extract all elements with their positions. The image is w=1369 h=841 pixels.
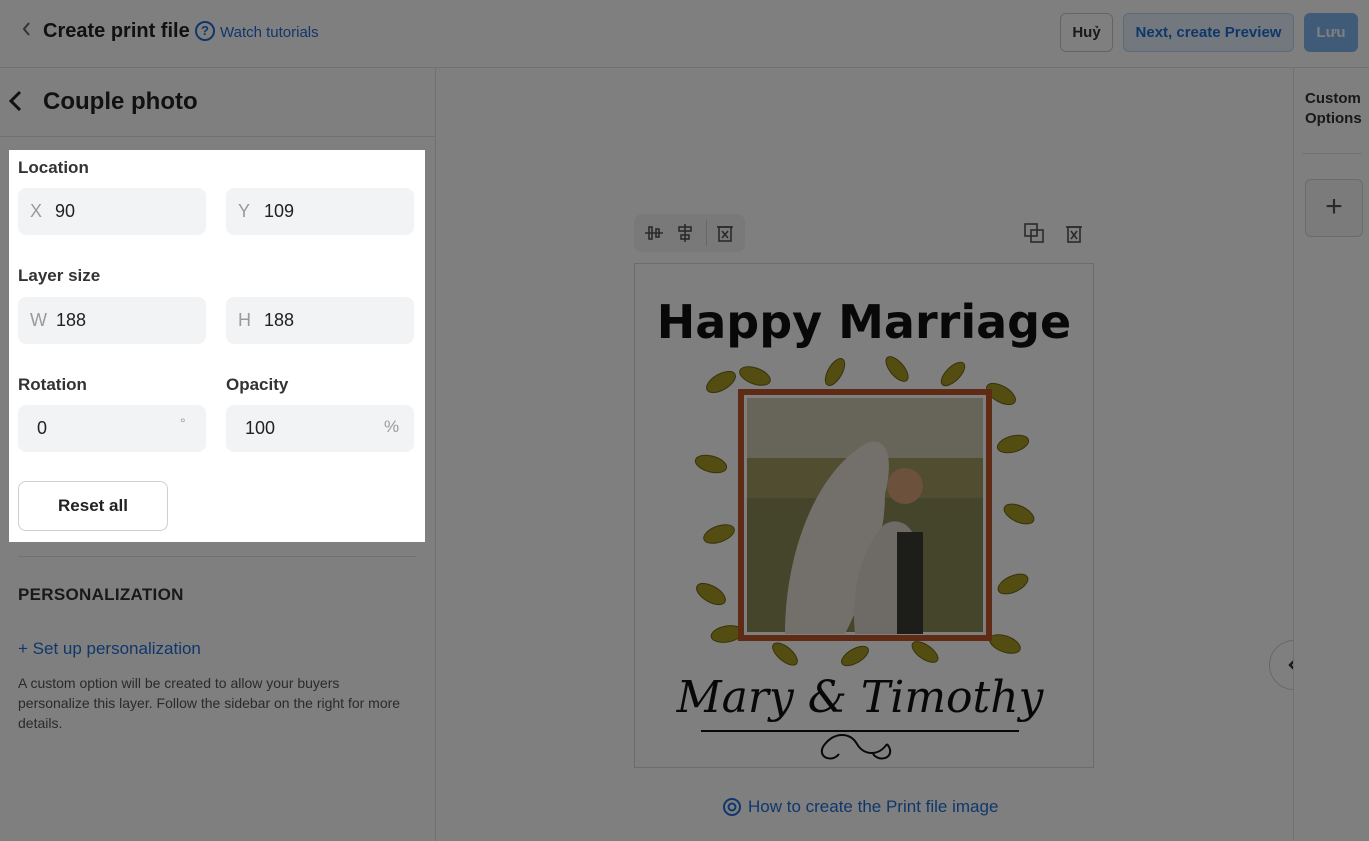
add-custom-option-button[interactable]: + (1305, 179, 1363, 237)
y-prefix: Y (238, 201, 251, 221)
layer-settings-panel: Couple photo Location X 90 Y 109 Layer s… (0, 68, 436, 841)
cancel-button[interactable]: Huỷ (1060, 13, 1113, 52)
layer-height-field[interactable]: H 188 (226, 297, 414, 344)
top-header: Create print file ? Watch tutorials Huỷ … (0, 0, 1369, 68)
opacity-label: Opacity (226, 375, 289, 394)
location-label: Location (18, 158, 89, 177)
rotation-field[interactable]: 0 ° (18, 405, 206, 452)
save-button[interactable]: Lưu (1304, 13, 1358, 52)
personalization-description: A custom option will be created to allow… (18, 675, 401, 731)
w-prefix: W (30, 310, 47, 330)
layer-width-value[interactable]: 188 (56, 310, 86, 331)
location-y-field[interactable]: Y 109 (226, 188, 414, 235)
rotation-value[interactable]: 0 (37, 418, 47, 439)
next-create-preview-button[interactable]: Next, create Preview (1123, 13, 1294, 52)
artwork-headline: Happy Marriage (657, 295, 1072, 349)
align-vertical-center-icon[interactable] (675, 223, 695, 243)
rail-divider (1302, 153, 1362, 154)
lifebuoy-help-icon (722, 797, 742, 817)
location-x-field[interactable]: X 90 (18, 188, 206, 235)
delete-layer-icon[interactable] (715, 223, 735, 243)
toolbar-divider (706, 220, 707, 246)
design-canvas-area: Happy Marriage Mary & Timothy How to cre… (436, 68, 1319, 841)
setup-personalization-link[interactable]: + Set up personalization (18, 639, 201, 659)
layer-size-label: Layer size (18, 266, 101, 285)
delete-artwork-icon[interactable] (1063, 222, 1085, 244)
panel-header: Couple photo (0, 68, 435, 137)
personalization-heading: PERSONALIZATION (18, 585, 184, 604)
location-x-value[interactable]: 90 (55, 201, 75, 222)
custom-options-rail: Custom Options + (1293, 68, 1369, 841)
replace-image-icon[interactable] (1023, 222, 1045, 244)
rotation-label: Rotation (18, 375, 87, 394)
location-y-value[interactable]: 109 (264, 201, 294, 222)
percent-unit: % (384, 417, 400, 436)
layer-height-value[interactable]: 188 (264, 310, 294, 331)
watch-tutorials-link[interactable]: Watch tutorials (220, 24, 319, 41)
back-chevron-icon[interactable] (20, 20, 36, 42)
artwork-names: Mary & Timothy (676, 672, 1045, 723)
layer-name-title: Couple photo (43, 88, 198, 115)
how-to-create-link[interactable]: How to create the Print file image (748, 797, 998, 817)
opacity-value[interactable]: 100 (245, 418, 275, 439)
reset-all-button[interactable]: Reset all (18, 481, 168, 531)
h-prefix: H (238, 310, 251, 330)
help-question-icon[interactable]: ? (195, 21, 215, 41)
print-file-artwork[interactable]: Happy Marriage Mary & Timothy (634, 263, 1094, 768)
opacity-field[interactable]: 100 % (226, 405, 414, 452)
x-prefix: X (30, 201, 43, 221)
back-arrow-icon[interactable] (6, 88, 24, 119)
layer-width-field[interactable]: W 188 (18, 297, 206, 344)
section-divider (18, 556, 416, 557)
custom-options-title: Custom Options (1305, 90, 1362, 127)
page-title: Create print file (43, 20, 190, 42)
degree-unit: ° (180, 415, 186, 431)
align-horizontal-center-icon[interactable] (644, 223, 664, 243)
artwork-illustration: Happy Marriage Mary & Timothy (657, 295, 1072, 760)
align-toolbar (634, 214, 745, 252)
